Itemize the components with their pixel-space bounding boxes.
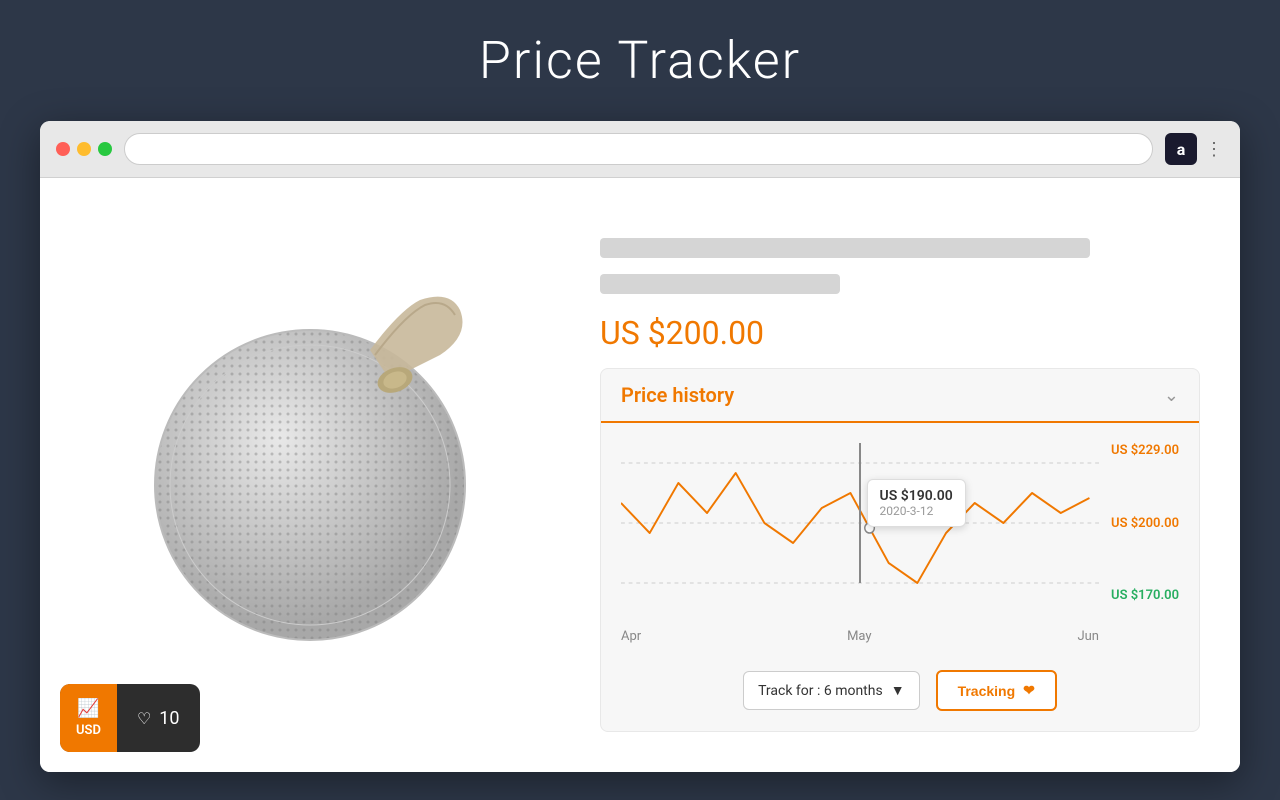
product-title-skeleton (600, 238, 1090, 258)
chart-tooltip: US $190.00 2020-3-12 (867, 479, 966, 527)
chart-x-labels: Apr May Jun (621, 623, 1179, 644)
browser-toolbar: a ⋮ (40, 121, 1240, 178)
x-label-jun: Jun (1077, 629, 1099, 644)
product-image-section (80, 218, 560, 732)
wishlist-block[interactable]: ♡ 10 (117, 694, 200, 743)
wishlist-count: 10 (159, 708, 179, 729)
tooltip-date: 2020-3-12 (880, 504, 953, 518)
tracking-button[interactable]: Tracking ❤ (936, 670, 1057, 711)
chevron-down-icon[interactable]: ⌄ (1164, 385, 1179, 406)
close-button[interactable] (56, 142, 70, 156)
browser-content: US $200.00 Price history ⌄ (40, 178, 1240, 772)
chart-container: US $190.00 2020-3-12 US $229.00 US $200.… (601, 423, 1199, 654)
chart-vertical-line (859, 443, 861, 583)
price-label-low: US $170.00 (1111, 588, 1179, 603)
dropdown-chevron-icon: ▼ (891, 682, 905, 699)
product-image (140, 290, 500, 660)
track-dropdown-label: Track for : 6 months (758, 683, 883, 699)
address-bar[interactable] (124, 133, 1153, 165)
price-history-title: Price history (621, 383, 734, 407)
heart-icon: ❤ (1023, 682, 1035, 699)
tooltip-price: US $190.00 (880, 488, 953, 504)
price-label-high: US $229.00 (1111, 443, 1179, 458)
chart-svg-wrap (621, 443, 1099, 603)
chart-actions: Track for : 6 months ▼ Tracking ❤ (601, 654, 1199, 731)
track-for-dropdown[interactable]: Track for : 6 months ▼ (743, 671, 919, 710)
menu-icon[interactable]: ⋮ (1205, 139, 1224, 160)
product-subtitle-skeleton (600, 274, 840, 294)
maximize-button[interactable] (98, 142, 112, 156)
wishlist-heart-icon: ♡ (137, 709, 151, 728)
chart-area: US $190.00 2020-3-12 US $229.00 US $200.… (621, 443, 1179, 623)
tracking-button-label: Tracking (958, 683, 1016, 699)
minimize-button[interactable] (77, 142, 91, 156)
chart-price-labels: US $229.00 US $200.00 US $170.00 (1111, 443, 1179, 603)
product-info-section: US $200.00 Price history ⌄ (600, 218, 1200, 732)
browser-icons: a ⋮ (1165, 133, 1224, 165)
traffic-lights (56, 142, 112, 156)
x-label-apr: Apr (621, 629, 641, 644)
currency-label: USD (76, 723, 101, 738)
price-history-header[interactable]: Price history ⌄ (601, 369, 1199, 423)
amazon-icon[interactable]: a (1165, 133, 1197, 165)
bottom-bar: 📈 USD ♡ 10 (60, 684, 200, 752)
price-label-mid: US $200.00 (1111, 516, 1179, 531)
price-history-card: Price history ⌄ (600, 368, 1200, 732)
currency-block[interactable]: 📈 USD (60, 684, 117, 752)
browser-window: a ⋮ (40, 121, 1240, 772)
page-title: Price Tracker (479, 30, 801, 91)
product-price: US $200.00 (600, 314, 1200, 352)
x-label-may: May (847, 629, 871, 644)
chart-mini-icon: 📈 (77, 698, 99, 719)
